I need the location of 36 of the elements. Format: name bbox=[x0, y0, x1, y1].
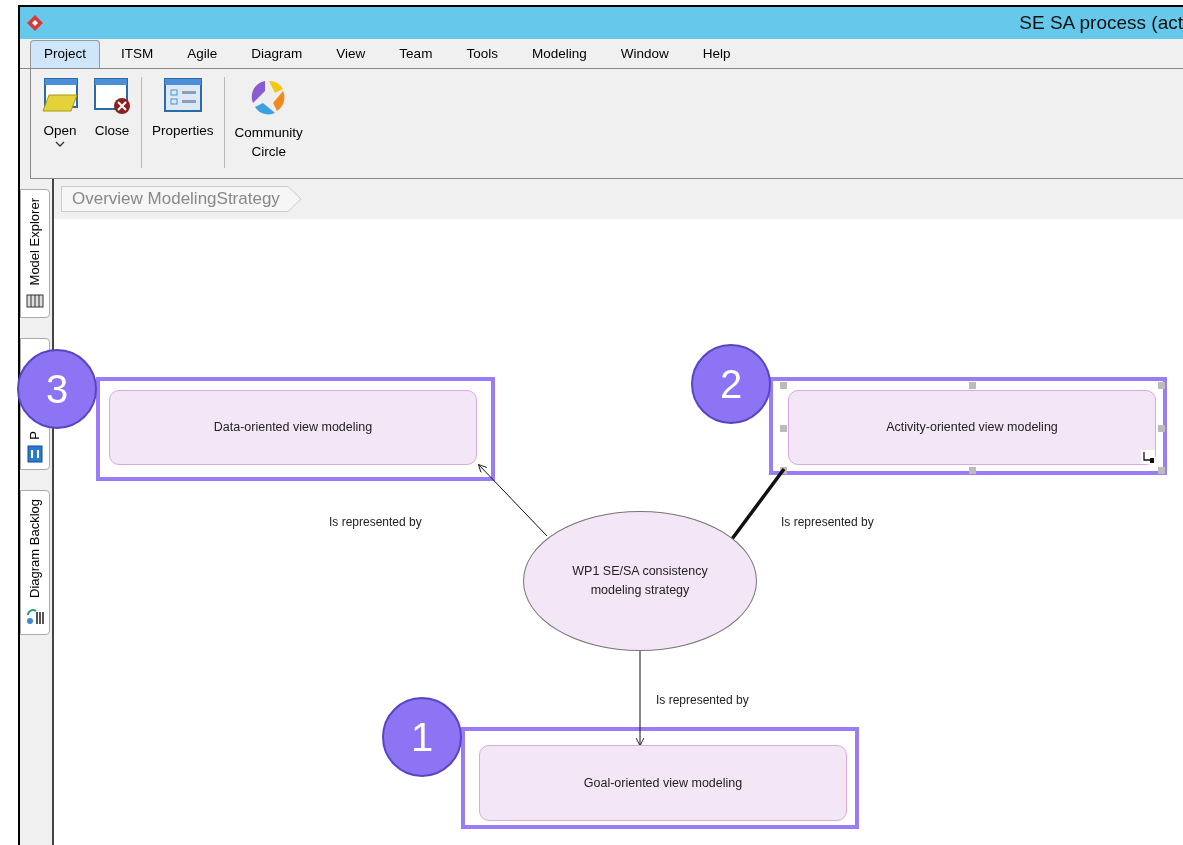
rounded-node[interactable]: Activity-oriented view modeling bbox=[788, 390, 1156, 465]
side-tab[interactable]: Model Explorer bbox=[20, 189, 50, 319]
menu-tab[interactable]: Team bbox=[386, 40, 446, 68]
close-window-icon bbox=[93, 77, 131, 115]
number-badge: 2 bbox=[691, 344, 771, 424]
number-badge: 1 bbox=[382, 697, 462, 777]
number-badge: 3 bbox=[17, 349, 97, 429]
resize-icon[interactable] bbox=[1141, 450, 1155, 464]
menu-tab[interactable]: Window bbox=[607, 40, 682, 68]
ribbon-button[interactable]: Community Circle bbox=[230, 77, 307, 168]
breadcrumb-arrow-icon bbox=[287, 186, 302, 212]
menu-tab[interactable]: Diagram bbox=[238, 40, 316, 68]
menu-tab[interactable]: Project bbox=[30, 40, 101, 68]
properties-icon bbox=[162, 77, 203, 115]
menu-tab[interactable]: Modeling bbox=[518, 40, 600, 68]
menu-tab[interactable]: View bbox=[323, 40, 379, 68]
window-title: SE SA process (act bbox=[1019, 10, 1183, 35]
app-logo-icon bbox=[26, 14, 44, 32]
book-icon bbox=[25, 293, 45, 310]
menu-tab[interactable]: Help bbox=[689, 40, 744, 68]
property-icon bbox=[27, 445, 43, 464]
relation-label: Is represented by bbox=[781, 514, 874, 531]
ribbon-button[interactable]: Close bbox=[89, 77, 135, 168]
menu-tab[interactable]: Agile bbox=[174, 40, 231, 68]
relation-label: Is represented by bbox=[329, 514, 422, 531]
side-tab[interactable]: Diagram Backlog bbox=[20, 490, 50, 636]
folder-icon bbox=[41, 77, 79, 115]
rounded-node[interactable]: Data-oriented view modeling bbox=[109, 390, 477, 465]
ribbon-button[interactable]: Properties bbox=[148, 77, 218, 168]
ribbon-button[interactable]: Open bbox=[37, 77, 83, 168]
ellipse-node[interactable]: WP1 SE/SA consistency modeling strategy bbox=[523, 511, 757, 651]
menu-tab[interactable]: ITSM bbox=[108, 40, 167, 68]
backlog-icon bbox=[25, 606, 45, 627]
rounded-node[interactable]: Goal-oriented view modeling bbox=[479, 745, 847, 821]
menu-tab[interactable]: Tools bbox=[453, 40, 511, 68]
relation-label: Is represented by bbox=[656, 692, 749, 709]
